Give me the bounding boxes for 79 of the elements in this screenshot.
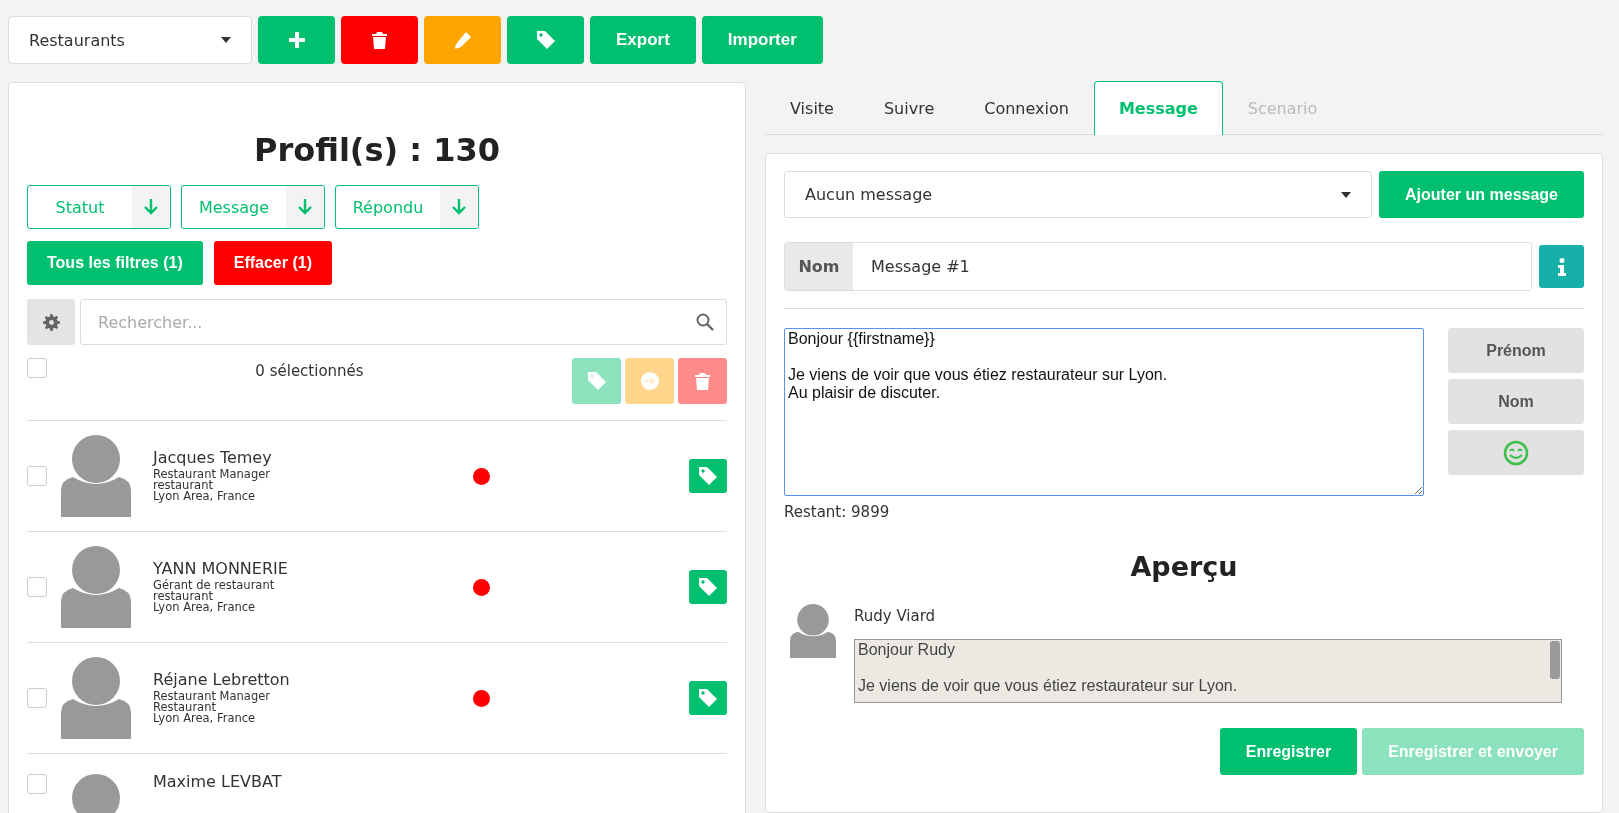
filter-dropdown[interactable]: Statut bbox=[27, 185, 171, 229]
profile-location: Lyon Area, France bbox=[153, 602, 257, 613]
message-name-field[interactable]: Nom Message #1 bbox=[784, 242, 1532, 291]
message-preview: Bonjour Rudy Je viens de voir que vous étiez restaurateur sur Lyon. bbox=[854, 639, 1562, 703]
insert-field-button[interactable]: Prénom bbox=[1448, 328, 1584, 373]
row-checkbox[interactable] bbox=[27, 688, 47, 708]
avatar-silhouette-icon bbox=[61, 435, 131, 517]
profile-count-title: Profil(s) : 130 bbox=[252, 131, 502, 169]
tag-button[interactable] bbox=[689, 681, 727, 715]
caret-icon bbox=[221, 37, 231, 43]
all-filters-button[interactable]: Tous les filtres (1) bbox=[27, 241, 203, 285]
arrow-down-icon bbox=[452, 199, 466, 215]
tag-button[interactable] bbox=[507, 16, 584, 64]
profile-company: restaurant bbox=[153, 480, 214, 491]
profile-location: Lyon Area, France bbox=[153, 491, 257, 502]
scrollbar-thumb bbox=[1550, 641, 1560, 679]
edit-button[interactable] bbox=[424, 16, 501, 64]
avatar-silhouette-icon bbox=[61, 657, 131, 739]
plus-icon bbox=[288, 32, 305, 48]
preview-title: Aperçu bbox=[1129, 551, 1239, 582]
profile-name: Réjane Lebretton bbox=[153, 672, 291, 688]
save-button[interactable]: Enregistrer bbox=[1219, 728, 1358, 775]
tag-icon bbox=[699, 689, 717, 707]
message-body-field[interactable]: Bonjour {{firstname}} Je viens de voir que vous étiez restaurateur sur Lyon. Au plaisir de discuter. bbox=[784, 328, 1424, 496]
arrow-down-icon bbox=[144, 199, 158, 215]
tag-button[interactable] bbox=[689, 570, 727, 604]
profile-name: YANN MONNERIE bbox=[153, 561, 289, 577]
row-checkbox[interactable] bbox=[27, 577, 47, 597]
profile-name: Maxime LEVBAT bbox=[153, 774, 283, 790]
tag-icon bbox=[536, 31, 555, 49]
profile-company: Restaurant bbox=[153, 702, 217, 713]
selected-count: 0 sélectionnés bbox=[254, 362, 365, 380]
info-icon bbox=[1557, 257, 1566, 276]
add-message-button[interactable]: Ajouter un message bbox=[1379, 171, 1584, 218]
tag-icon bbox=[699, 467, 717, 485]
delete-button[interactable] bbox=[341, 16, 418, 64]
settings-icon bbox=[42, 313, 60, 331]
name-field-label: Nom bbox=[785, 243, 853, 290]
avatar-silhouette-icon bbox=[790, 604, 836, 658]
clear-filters-button[interactable]: Effacer (1) bbox=[213, 241, 332, 285]
filter-dropdown[interactable]: Message bbox=[181, 185, 325, 229]
tab[interactable]: Suivre bbox=[858, 81, 960, 135]
search-field[interactable]: Rechercher... bbox=[80, 299, 727, 345]
profile-location: Lyon Area, France bbox=[153, 713, 257, 724]
select-all-checkbox[interactable] bbox=[27, 358, 47, 378]
tab[interactable]: Connexion bbox=[959, 81, 1094, 135]
tag-icon bbox=[699, 578, 717, 596]
trash-icon bbox=[695, 372, 710, 390]
filter-dropdown[interactable]: Répondu bbox=[335, 185, 479, 229]
tab[interactable]: Message bbox=[1093, 81, 1223, 135]
add-button[interactable] bbox=[258, 16, 335, 64]
toolbar-button[interactable]: Importer bbox=[701, 16, 823, 64]
profile-company: restaurant bbox=[153, 591, 214, 602]
toolbar-button[interactable]: Export bbox=[590, 16, 696, 64]
caret-icon bbox=[1341, 191, 1352, 198]
sender-name: Rudy Viard bbox=[854, 607, 937, 625]
trash-icon bbox=[372, 31, 387, 49]
avatar-silhouette-icon bbox=[61, 546, 131, 628]
remaining-characters: Restant: 9899 bbox=[784, 503, 891, 521]
row-checkbox[interactable] bbox=[27, 774, 47, 794]
arrow-circle-icon bbox=[640, 372, 659, 390]
info-button[interactable] bbox=[1539, 245, 1584, 288]
tag-icon bbox=[587, 372, 606, 390]
profile-job-title: Restaurant Manager bbox=[153, 691, 272, 702]
message-select[interactable]: Aucun message bbox=[784, 171, 1373, 218]
search-icon bbox=[696, 313, 714, 331]
settings-button[interactable] bbox=[27, 299, 75, 345]
insert-field-button[interactable]: Nom bbox=[1448, 379, 1584, 424]
row-checkbox[interactable] bbox=[27, 466, 47, 486]
tab[interactable]: Visite bbox=[765, 81, 859, 135]
arrow-down-icon bbox=[298, 199, 312, 215]
list-select[interactable]: Restaurants bbox=[8, 16, 252, 64]
smiley-icon bbox=[1503, 439, 1529, 466]
pencil-icon bbox=[454, 31, 471, 49]
tag-button[interactable] bbox=[689, 459, 727, 493]
profile-name: Jacques Temey bbox=[153, 450, 273, 466]
emoji-button[interactable] bbox=[1448, 430, 1584, 475]
profile-job-title: Gérant de restaurant bbox=[153, 580, 276, 591]
profile-job-title: Restaurant Manager bbox=[153, 469, 272, 480]
